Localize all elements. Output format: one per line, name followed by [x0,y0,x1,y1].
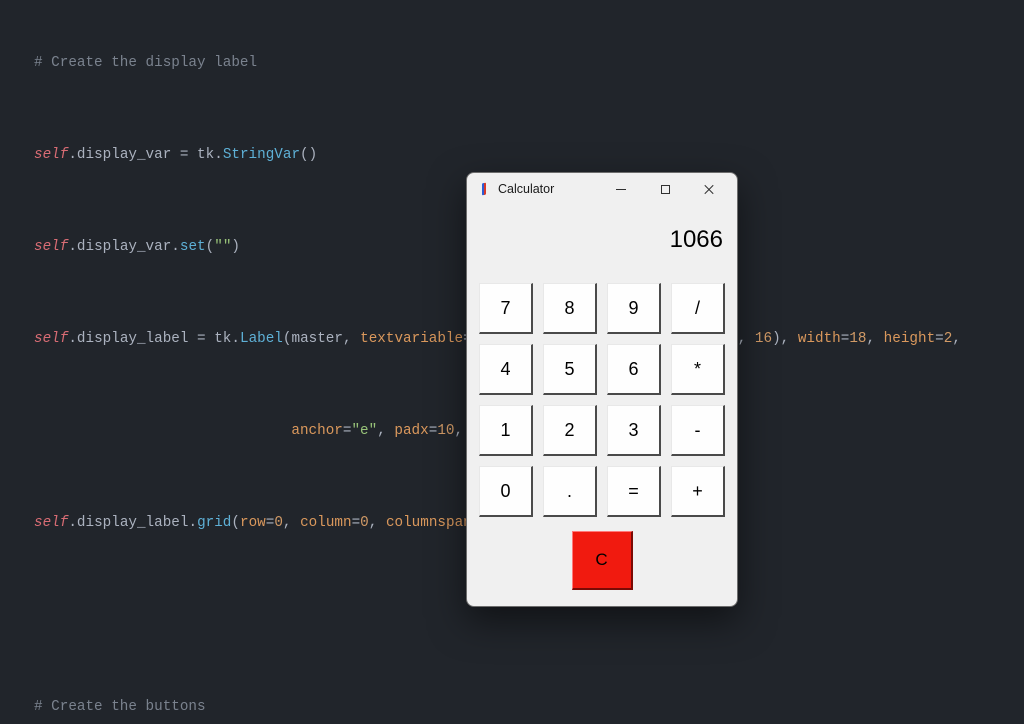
key-8[interactable]: 8 [543,283,597,334]
key-3[interactable]: 3 [607,405,661,456]
window-title: Calculator [498,182,554,196]
key-7[interactable]: 7 [479,283,533,334]
key-4[interactable]: 4 [479,344,533,395]
maximize-button[interactable] [643,174,687,204]
calculator-window: Calculator 1066 7 8 9 / 4 5 6 * 1 2 3 - … [466,172,738,607]
key-1[interactable]: 1 [479,405,533,456]
tk-feather-icon [477,182,491,196]
key-2[interactable]: 2 [543,405,597,456]
calc-keypad: 7 8 9 / 4 5 6 * 1 2 3 - 0 . = + [467,273,737,531]
close-button[interactable] [687,174,731,204]
key-9[interactable]: 9 [607,283,661,334]
comment: # Create the display label [34,55,257,71]
key-5[interactable]: 5 [543,344,597,395]
code-line: self.display_var = tk.StringVar() [34,144,1024,167]
titlebar[interactable]: Calculator [467,173,737,205]
key-equals[interactable]: = [607,466,661,517]
key-plus[interactable]: + [671,466,725,517]
key-clear[interactable]: C [572,531,633,590]
calc-display: 1066 [475,209,729,271]
key-minus[interactable]: - [671,405,725,456]
key-6[interactable]: 6 [607,344,661,395]
comment: # Create the buttons [34,699,206,715]
minimize-button[interactable] [599,174,643,204]
key-0[interactable]: 0 [479,466,533,517]
key-dot[interactable]: . [543,466,597,517]
key-multiply[interactable]: * [671,344,725,395]
key-divide[interactable]: / [671,283,725,334]
